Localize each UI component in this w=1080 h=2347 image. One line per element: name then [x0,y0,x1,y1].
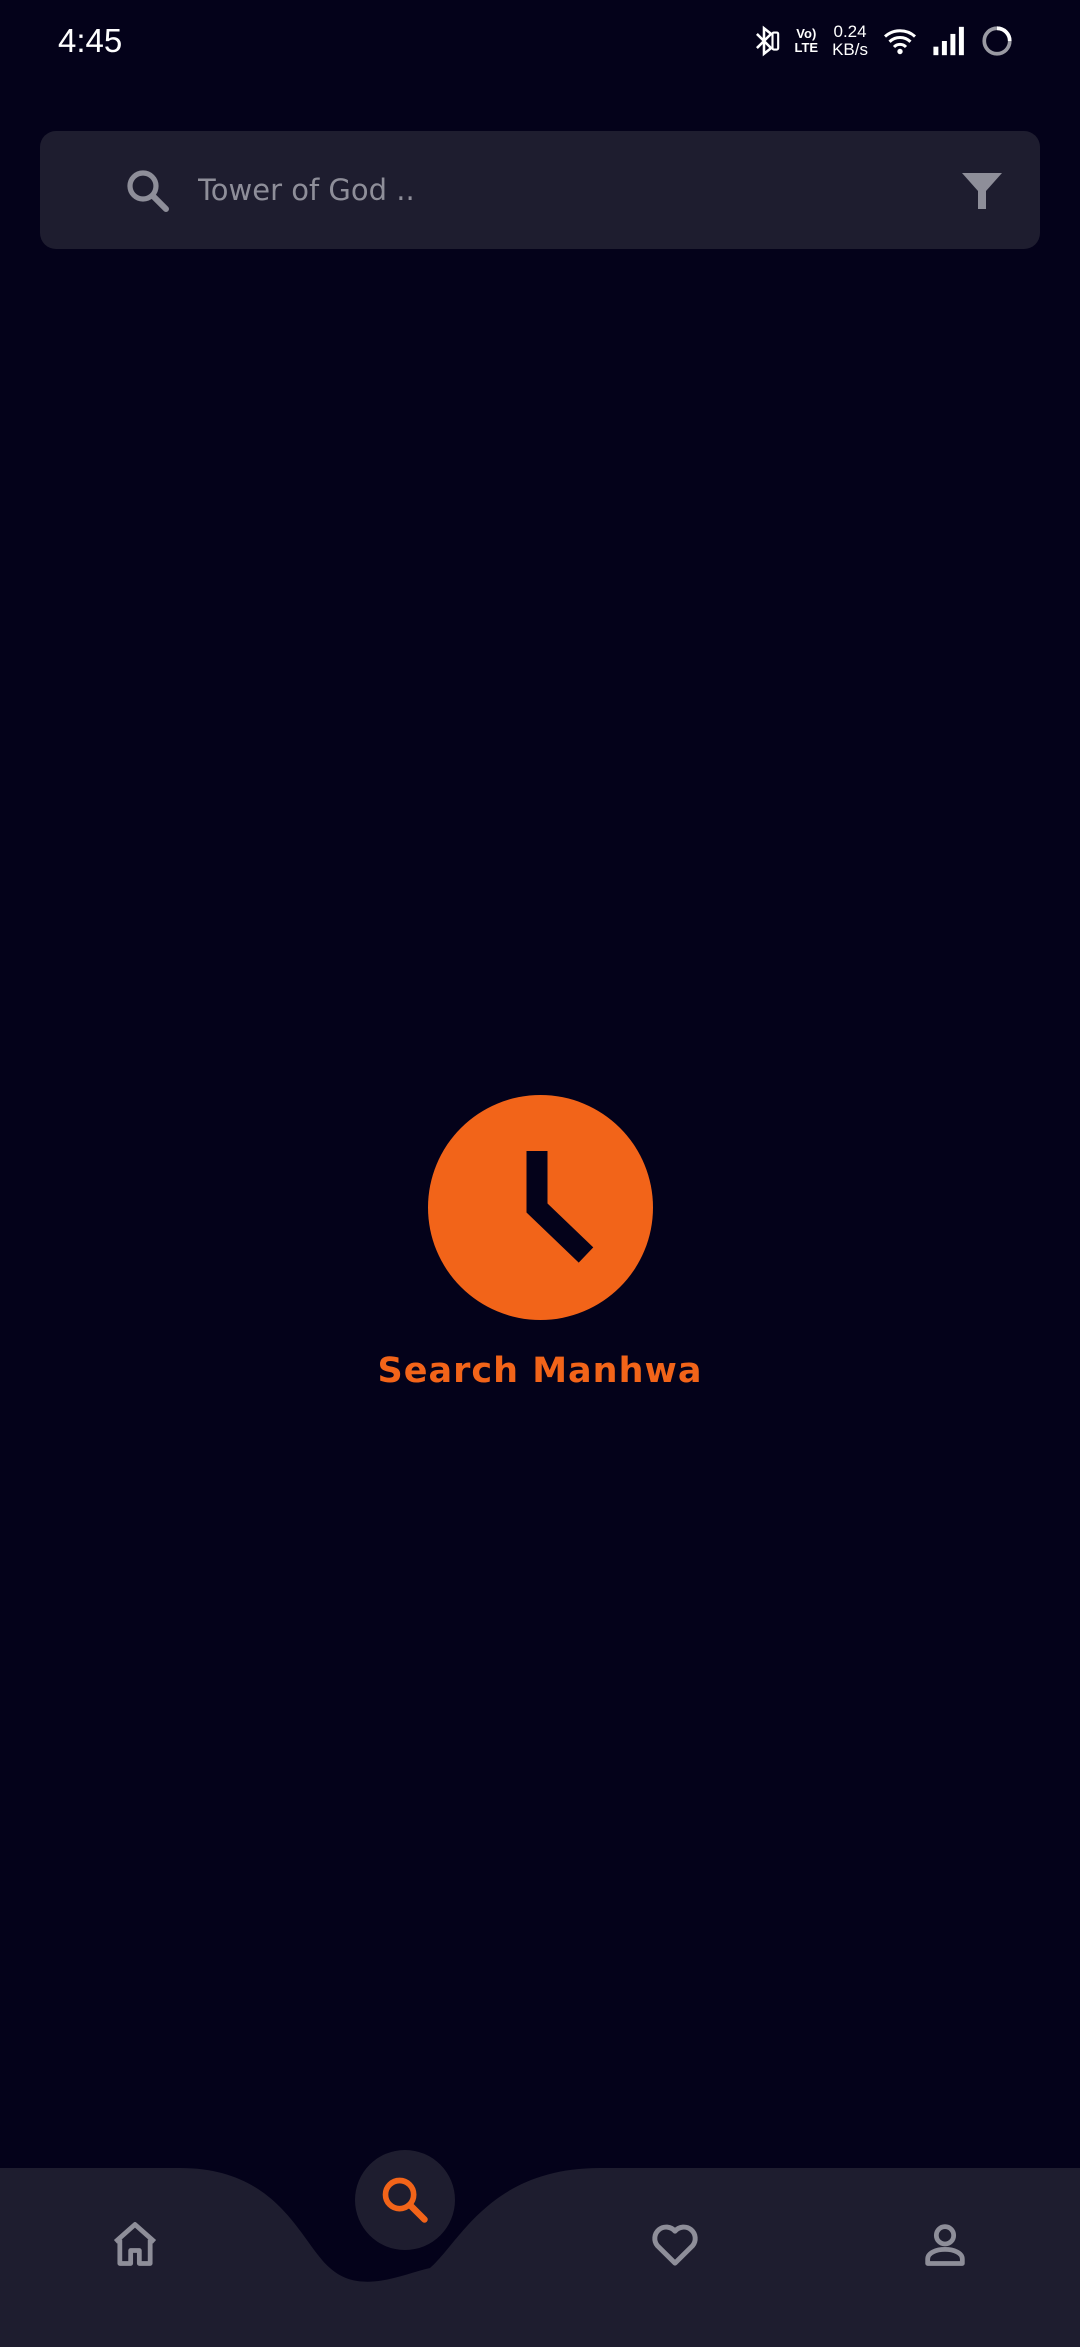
search-bar [40,131,1040,249]
heart-icon [652,2224,698,2266]
nav-search-button[interactable] [355,2150,455,2250]
nav-home-button[interactable] [95,2204,175,2284]
wifi-icon [884,29,916,55]
nav-favorites-button[interactable] [635,2204,715,2284]
search-screen: 4:45 Vo) LTE 0.24 KB/s Tower of God .. S… [0,0,1080,2347]
signal-icon [933,26,964,56]
home-icon [113,2222,157,2266]
search-icon [127,170,169,212]
person-icon [925,2224,965,2266]
bottom-nav [0,2150,1080,2347]
status-time: 4:45 [58,22,123,59]
empty-state: Search Manhwa [0,1095,1080,1391]
status-icons: Vo) LTE 0.24 KB/s [747,18,1015,64]
search-icon [382,2177,428,2223]
bluetooth-icon [755,25,779,57]
filter-icon[interactable] [958,167,1006,215]
search-input[interactable] [198,165,918,215]
loading-icon [982,26,1012,56]
clock-icon [427,1095,653,1320]
network-speed: 0.24 KB/s [832,22,868,59]
status-bar: 4:45 Vo) LTE 0.24 KB/s [0,0,1080,82]
empty-state-title: Search Manhwa [377,1351,703,1391]
volte-indicator: Vo) LTE [794,26,819,55]
nav-profile-button[interactable] [905,2204,985,2284]
